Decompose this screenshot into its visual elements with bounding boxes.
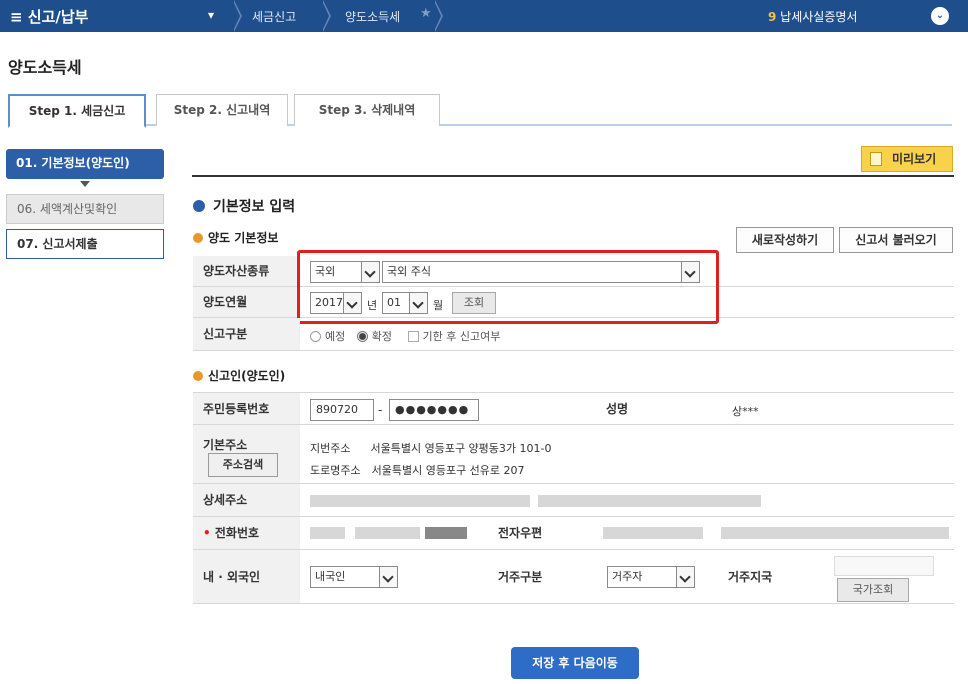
rrn-hyphen: - <box>378 403 383 417</box>
blurred-phone <box>355 527 420 539</box>
transfer-basic-info-title: 양도 기본정보 <box>208 231 279 245</box>
step-tabs: Step 1. 세금신고 Step 2. 신고내역 Step 3. 삭제내역 <box>8 94 952 128</box>
tab-step-1[interactable]: Step 1. 세금신고 <box>8 94 146 128</box>
radio-preliminary[interactable] <box>310 331 321 342</box>
chevron-down-icon <box>676 567 694 587</box>
top-expand-button[interactable]: ⌄ <box>931 7 949 25</box>
basic-info-heading: 기본정보 입력 <box>193 196 295 216</box>
blurred-phone <box>310 527 345 539</box>
name-value: 상*** <box>732 405 759 418</box>
name-label: 성명 <box>596 393 706 424</box>
breadcrumb-tax-return[interactable]: 세금신고 <box>252 8 296 25</box>
blurred-phone <box>425 527 467 539</box>
phone-row: • 전화번호 전자우편 <box>193 517 954 550</box>
address-row: 기본주소 주소검색 지번주소 서울특별시 영등포구 양평동3가 101-0 도로명… <box>193 425 954 484</box>
rrn-first-input[interactable]: 890720 <box>310 399 374 421</box>
sidebar-item-basic-info[interactable]: 01. 기본정보(양도인) <box>6 149 164 179</box>
address-label: 기본주소 주소검색 <box>193 425 300 483</box>
email-label: 전자우편 <box>488 517 598 549</box>
breadcrumb-separator-mask <box>322 1 329 31</box>
preview-button[interactable]: 미리보기 <box>861 146 953 172</box>
breadcrumb-separator-mask <box>233 1 240 31</box>
road-address: 도로명주소 서울특별시 영등포구 선유로 207 <box>310 462 525 478</box>
residence-country-input[interactable] <box>834 556 934 576</box>
bullet-icon <box>193 371 203 381</box>
breadcrumb-capital-gains[interactable]: 양도소득세 <box>345 8 400 25</box>
transfer-month-label: 양도연월 <box>193 287 300 317</box>
nationality-value: 내국인 <box>315 570 346 583</box>
blurred-detail-address <box>613 495 761 507</box>
certificate-link[interactable]: 9 납세사실증명서 <box>768 8 857 25</box>
rrn-row: 주민등록번호 890720 - ●●●●●●● 성명 상*** <box>193 392 954 425</box>
tab-step-2[interactable]: Step 2. 신고내역 <box>156 94 288 126</box>
document-icon <box>870 152 882 166</box>
road-label: 도로명주소 <box>310 464 361 477</box>
detail-address-row: 상세주소 <box>193 484 954 517</box>
save-next-button[interactable]: 저장 후 다음이동 <box>511 647 639 679</box>
filing-type-label: 신고구분 <box>193 318 300 350</box>
filing-type-row: 신고구분 예정 확정 기한 후 신고여부 <box>193 318 954 351</box>
load-return-button[interactable]: 신고서 불러오기 <box>839 227 953 253</box>
transfer-basic-info-heading: 양도 기본정보 <box>193 229 278 246</box>
jibun-label: 지번주소 <box>310 442 351 455</box>
residence-country-label: 거주지국 <box>718 550 828 603</box>
basic-info-title: 기본정보 입력 <box>213 199 296 215</box>
preview-label: 미리보기 <box>892 152 937 166</box>
sidebar-item-tax-calculation[interactable]: 06. 세액계산및확인 <box>6 194 164 224</box>
section-divider <box>192 175 954 177</box>
bullet-icon <box>193 200 205 212</box>
highlight-box <box>297 250 719 324</box>
chevron-down-icon[interactable]: ▾ <box>208 8 214 22</box>
residence-type-select[interactable]: 거주자 <box>607 566 695 588</box>
asset-type-label: 양도자산종류 <box>193 256 300 286</box>
sidebar-item-submit[interactable]: 07. 신고서제출 <box>6 229 164 259</box>
radio-confirmed[interactable] <box>356 331 368 342</box>
late-filing-checkbox[interactable] <box>407 331 419 342</box>
residence-row: 내 · 외국인 내국인 거주구분 거주자 거주지국 국가조회 <box>193 550 954 604</box>
address-search-button[interactable]: 주소검색 <box>208 453 278 477</box>
chevron-down-icon <box>379 567 397 587</box>
bullet-icon <box>193 233 203 243</box>
top-navigation-bar: ≡ 신고/납부 ▾ 세금신고 양도소득세 ★ 9 납세사실증명서 ⌄ <box>0 0 968 32</box>
rrn-second-input[interactable]: ●●●●●●● <box>389 399 479 421</box>
radio-confirmed-label: 확정 <box>371 330 392 343</box>
blurred-email <box>721 527 949 539</box>
breadcrumb-separator-mask <box>434 1 441 31</box>
required-marker: • <box>203 526 215 540</box>
rrn-label: 주민등록번호 <box>193 393 300 424</box>
radio-preliminary-label: 예정 <box>325 330 346 343</box>
late-filing-label: 기한 후 신고여부 <box>422 330 501 343</box>
new-form-button[interactable]: 새로작성하기 <box>736 227 834 253</box>
star-icon[interactable]: ★ <box>420 6 432 21</box>
filer-title: 신고인(양도인) <box>208 369 286 383</box>
blurred-email <box>603 527 703 539</box>
residence-type-value: 거주자 <box>612 570 643 583</box>
down-arrow-icon <box>80 181 90 187</box>
country-search-button[interactable]: 국가조회 <box>837 578 909 602</box>
tab-step-3[interactable]: Step 3. 삭제내역 <box>294 94 440 126</box>
detail-address-label: 상세주소 <box>193 484 300 516</box>
nationality-label: 내 · 외국인 <box>193 550 300 603</box>
road-value: 서울특별시 영등포구 선유로 207 <box>371 464 525 477</box>
phone-label-text: 전화번호 <box>214 526 260 540</box>
page-title: 양도소득세 <box>8 58 82 77</box>
residence-type-label: 거주구분 <box>488 550 598 603</box>
jibun-address: 지번주소 서울특별시 영등포구 양평동3가 101-0 <box>310 440 552 456</box>
phone-label: • 전화번호 <box>193 517 300 549</box>
jibun-value: 서울특별시 영등포구 양평동3가 101-0 <box>370 442 552 455</box>
certificate-label: 납세사실증명서 <box>776 10 858 24</box>
nationality-select[interactable]: 내국인 <box>310 566 398 588</box>
address-label-text: 기본주소 <box>203 438 248 452</box>
filer-heading: 신고인(양도인) <box>193 367 285 384</box>
blurred-detail-address <box>538 495 618 507</box>
blurred-detail-address <box>310 495 530 507</box>
main-menu-button[interactable]: ≡ 신고/납부 <box>10 6 88 27</box>
filing-type-options: 예정 확정 기한 후 신고여부 <box>310 328 500 344</box>
